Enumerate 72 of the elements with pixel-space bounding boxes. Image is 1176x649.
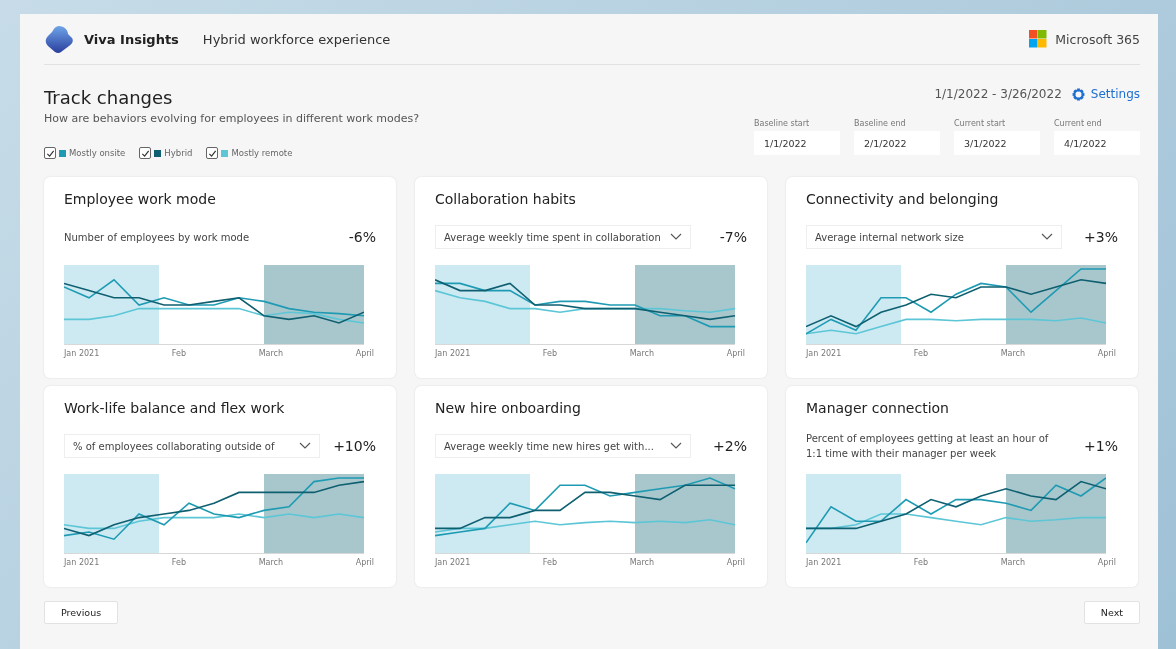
change-value: -7%: [719, 229, 747, 245]
date-field[interactable]: 2/1/2022: [854, 131, 940, 155]
legend-label: Mostly remote: [231, 148, 293, 158]
card-title: Employee work mode: [64, 191, 217, 209]
axis-label: Feb: [171, 349, 187, 358]
axis-label: March: [258, 349, 284, 358]
chevron-down-icon: [670, 233, 682, 241]
card-title: Connectivity and belonging: [806, 191, 1000, 209]
card-title: Work-life balance and flex work: [64, 400, 286, 418]
change-value: +1%: [1084, 438, 1118, 454]
field-label: Baseline start: [754, 119, 811, 128]
previous-button[interactable]: Previous: [44, 601, 119, 624]
metric-dropdown[interactable]: % of employees collaborating outside of: [64, 434, 320, 458]
legend-label: Hybrid: [164, 148, 193, 158]
axis-label: Feb: [542, 349, 558, 358]
axis-label: March: [258, 558, 284, 567]
axis-label: April: [726, 349, 745, 358]
axis-label: March: [1000, 558, 1026, 567]
settings-link[interactable]: Settings: [1071, 87, 1140, 101]
axis-label: Jan 2021: [435, 349, 471, 358]
axis-label: Feb: [542, 558, 558, 567]
axis-label: Jan 2021: [64, 558, 100, 567]
card-title: Manager connection: [806, 400, 950, 418]
card-title: New hire onboarding: [435, 400, 582, 418]
axis-label: Feb: [913, 558, 929, 567]
metric-label: Number of employees by work mode: [64, 230, 251, 245]
app-logo-icon: [44, 24, 74, 54]
axis-label: Jan 2021: [806, 349, 842, 358]
next-button[interactable]: Next: [1083, 601, 1140, 624]
axis-label: March: [1000, 349, 1026, 358]
axis-label: Feb: [171, 558, 187, 567]
checkbox[interactable]: [206, 147, 219, 159]
field-label: Current start: [954, 119, 1007, 128]
chevron-down-icon: [299, 442, 311, 450]
metric-label: Percent of employees getting at least an hour of 1:1 time with their manager per week: [806, 432, 1050, 461]
date-field[interactable]: 1/1/2022: [754, 131, 840, 155]
axis-label: March: [629, 558, 655, 567]
axis-label: April: [355, 349, 374, 358]
app-name: Viva Insights: [84, 31, 179, 47]
chevron-down-icon: [1041, 233, 1053, 241]
field-label: Current end: [1054, 119, 1103, 128]
axis-label: Feb: [913, 349, 929, 358]
change-value: +3%: [1084, 229, 1118, 245]
change-value: +2%: [713, 438, 747, 454]
card-title: Collaboration habits: [435, 191, 577, 209]
legend-label: Mostly onsite: [69, 148, 126, 158]
suite-name: Microsoft 365: [1055, 31, 1140, 47]
settings-icon: [1071, 87, 1085, 101]
axis-label: Jan 2021: [435, 558, 471, 567]
date-field[interactable]: 3/1/2022: [954, 131, 1040, 155]
axis-label: March: [629, 349, 655, 358]
page-subtitle: Hybrid workforce experience: [202, 31, 391, 47]
axis-label: Jan 2021: [64, 349, 100, 358]
axis-label: April: [1097, 558, 1116, 567]
date-field[interactable]: 4/1/2022: [1054, 131, 1140, 155]
checkbox[interactable]: [44, 147, 56, 159]
metric-dropdown[interactable]: Average internal network size: [806, 225, 1062, 249]
suite-logo-icon: [1029, 30, 1048, 48]
field-label: Baseline end: [854, 119, 907, 128]
page-title: Track changes: [44, 87, 174, 108]
metric-dropdown[interactable]: Average weekly time spent in collaboration: [435, 225, 691, 249]
checkbox[interactable]: [139, 147, 152, 159]
metric-dropdown[interactable]: Average weekly time new hires get with...: [435, 434, 691, 458]
change-value: +10%: [333, 438, 376, 454]
axis-label: April: [1097, 349, 1116, 358]
axis-label: April: [355, 558, 374, 567]
date-range: 1/1/2022 - 3/26/2022: [934, 87, 1062, 101]
axis-label: April: [726, 558, 745, 567]
axis-label: Jan 2021: [806, 558, 842, 567]
change-value: -6%: [348, 229, 376, 245]
chevron-down-icon: [670, 442, 682, 450]
page-description: How are behaviors evolving for employees in different work modes?: [44, 112, 420, 125]
